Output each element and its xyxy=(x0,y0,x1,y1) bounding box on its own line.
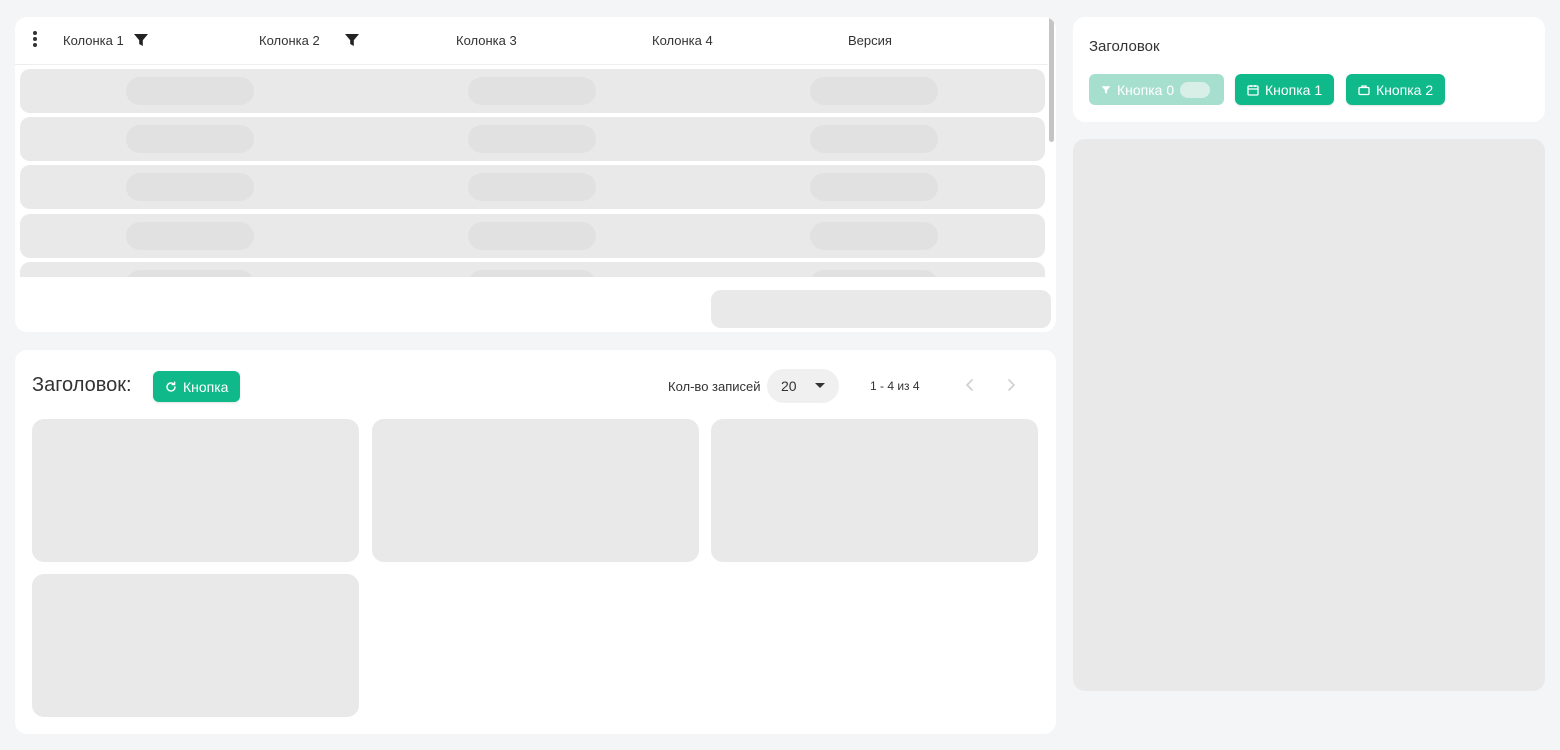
column-header-3[interactable]: Колонка 3 xyxy=(456,17,517,65)
card-skeleton xyxy=(32,574,359,717)
scrollbar-thumb[interactable] xyxy=(1049,17,1054,142)
section-title: Заголовок: xyxy=(32,374,132,396)
button-2-label: Кнопка 2 xyxy=(1376,81,1434,98)
cell-skeleton xyxy=(810,125,938,153)
calendar-button[interactable]: Кнопка 1 xyxy=(1235,74,1335,105)
badge-skeleton xyxy=(1180,81,1211,98)
table-body xyxy=(20,69,1045,277)
filter-icon[interactable] xyxy=(133,32,149,48)
button-1-label: Кнопка 1 xyxy=(1265,81,1323,98)
card-skeleton xyxy=(372,419,699,562)
cell-skeleton xyxy=(468,125,596,153)
table-scrollbar[interactable] xyxy=(1048,17,1056,279)
table-row-skeleton xyxy=(20,165,1045,209)
calendar-icon xyxy=(1247,84,1259,96)
table-header: Колонка 1 Колонка 2 Колонка 3 Колонка 4 … xyxy=(15,17,1048,65)
card-skeleton xyxy=(711,419,1038,562)
chevron-left-icon[interactable] xyxy=(961,376,979,394)
briefcase-button[interactable]: Кнопка 2 xyxy=(1346,74,1446,105)
refresh-button-label: Кнопка xyxy=(183,378,229,395)
records-per-page-value: 20 xyxy=(781,378,797,394)
cell-skeleton xyxy=(126,222,254,250)
table-row-skeleton xyxy=(20,214,1045,258)
briefcase-icon xyxy=(1358,84,1370,96)
cell-skeleton xyxy=(810,270,938,277)
pagination-skeleton xyxy=(711,290,1051,328)
panel-title: Заголовок xyxy=(1089,38,1160,55)
caret-down-icon xyxy=(815,383,825,388)
table-row-skeleton xyxy=(20,69,1045,113)
button-0-label: Кнопка 0 xyxy=(1117,81,1175,98)
cell-skeleton xyxy=(126,270,254,277)
column-header-4[interactable]: Колонка 4 xyxy=(652,17,713,65)
pagination-range: 1 - 4 из 4 xyxy=(870,379,920,393)
refresh-button[interactable]: Кнопка xyxy=(153,371,241,402)
cell-skeleton xyxy=(468,270,596,277)
cell-skeleton xyxy=(810,77,938,105)
table-row-skeleton xyxy=(20,117,1045,161)
cell-skeleton xyxy=(126,77,254,105)
filter-button-disabled[interactable]: Кнопка 0 xyxy=(1089,74,1225,105)
cell-skeleton xyxy=(126,173,254,201)
table-panel: Колонка 1 Колонка 2 Колонка 3 Колонка 4 … xyxy=(15,17,1056,332)
content-skeleton xyxy=(1073,139,1545,691)
card-skeleton xyxy=(32,419,359,562)
cards-panel: Заголовок: Кнопка Кол-во записей 20 1 - … xyxy=(15,350,1056,734)
cell-skeleton xyxy=(810,173,938,201)
records-per-page-select[interactable]: 20 xyxy=(767,369,839,403)
filter-icon xyxy=(1101,85,1111,95)
records-per-page-label: Кол-во записей xyxy=(668,379,761,394)
right-header-panel: Заголовок Кнопка 0 Кнопка 1 Кнопка 2 xyxy=(1073,17,1545,122)
cell-skeleton xyxy=(468,77,596,105)
column-header-version[interactable]: Версия xyxy=(848,17,892,65)
cell-skeleton xyxy=(468,173,596,201)
refresh-icon xyxy=(165,381,177,393)
filter-icon[interactable] xyxy=(344,32,360,48)
table-row-skeleton xyxy=(20,262,1045,277)
cell-skeleton xyxy=(126,125,254,153)
cell-skeleton xyxy=(810,222,938,250)
column-header-2[interactable]: Колонка 2 xyxy=(259,17,320,65)
column-header-1[interactable]: Колонка 1 xyxy=(63,17,124,65)
more-vertical-icon[interactable] xyxy=(31,31,39,51)
cell-skeleton xyxy=(468,222,596,250)
chevron-right-icon[interactable] xyxy=(1002,376,1020,394)
